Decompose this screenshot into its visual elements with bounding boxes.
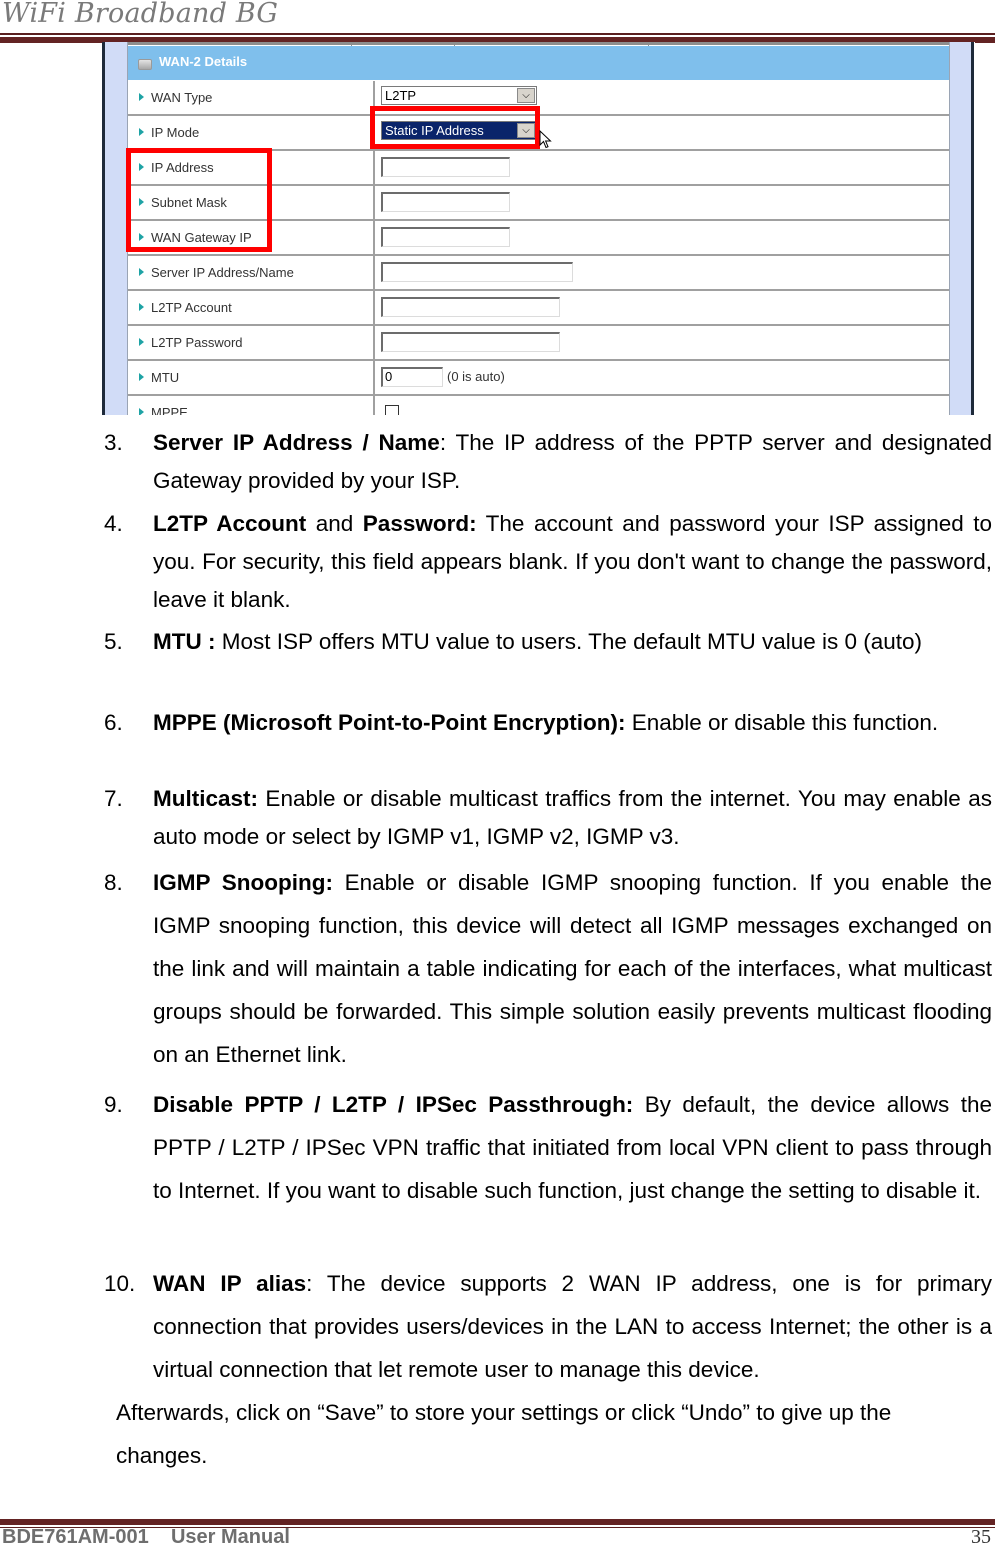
bullet-arrow-icon <box>139 303 144 311</box>
list-item-10: 10. WAN IP alias: The device supports 2 … <box>104 1271 992 1382</box>
side-panel-left <box>105 42 128 415</box>
form-row-mtu: MTU 0 (0 is auto) <box>128 361 949 396</box>
document-header-title: WiFi Broadband BG <box>2 0 279 29</box>
item-term: Password: <box>362 511 477 536</box>
form-row-mppe: MPPE <box>128 396 949 415</box>
item-term: MPPE (Microsoft Point-to-Point Encryptio… <box>153 710 626 735</box>
field-label: L2TP Account <box>151 300 232 315</box>
list-item-5: 5. MTU : Most ISP offers MTU value to us… <box>104 629 923 654</box>
afterwards-paragraph: Afterwards, click on “Save” to store you… <box>116 1400 892 1468</box>
item-term: Multicast: <box>153 786 259 811</box>
mppe-checkbox[interactable] <box>385 405 399 415</box>
mtu-hint: (0 is auto) <box>447 369 505 384</box>
panel-header: WAN-2 Details <box>128 46 949 80</box>
bullet-arrow-icon <box>139 373 144 381</box>
mtu-input[interactable]: 0 <box>381 367 443 387</box>
form-row-l2tp-password: L2TP Password <box>128 326 949 361</box>
mouse-cursor-icon <box>539 130 552 149</box>
field-label: WAN Type <box>151 90 213 105</box>
bullet-arrow-icon <box>139 268 144 276</box>
side-panel-right <box>949 42 972 415</box>
field-label: MTU <box>151 370 180 385</box>
ip-address-input[interactable] <box>381 157 510 177</box>
item-term: IGMP Snooping: <box>153 870 333 895</box>
field-label: MPPE <box>151 405 188 415</box>
list-item-6: 6. MPPE (Microsoft Point-to-Point Encryp… <box>104 710 939 735</box>
field-label: Server IP Address/Name <box>151 265 294 280</box>
header-rule-thin <box>0 33 995 35</box>
list-item-8: 8. IGMP Snooping: Enable or disable IGMP… <box>104 870 993 1067</box>
wan2-details-screenshot: WAN-2 Details WAN Type L2TP ⌵ IP Mode St… <box>102 42 975 415</box>
list-item-4: 4. L2TP Account and Password: The accoun… <box>104 511 992 612</box>
list-item-7: 7. Multicast: Enable or disable multicas… <box>104 786 992 849</box>
list-item-3: 3. Server IP Address / Name: The IP addr… <box>104 430 992 493</box>
list-item-9: 9. Disable PPTP / L2TP / IPSec Passthrou… <box>104 1092 992 1203</box>
server-ip-input[interactable] <box>381 262 573 282</box>
bullet-arrow-icon <box>139 128 144 136</box>
panel-title: WAN-2 Details <box>159 54 248 69</box>
item-term: L2TP Account <box>153 511 307 536</box>
field-label: L2TP Password <box>151 335 243 350</box>
field-label: IP Mode <box>151 125 200 140</box>
table-top-border <box>128 42 949 45</box>
frame-border-right <box>971 42 974 415</box>
l2tp-password-input[interactable] <box>381 332 560 352</box>
item-term: Disable PPTP / L2TP / IPSec Passthrough: <box>153 1092 634 1117</box>
item-term: WAN IP alias <box>153 1271 307 1296</box>
chevron-down-icon[interactable]: ⌵ <box>517 88 535 103</box>
panel-icon <box>138 59 152 70</box>
wan-gateway-ip-input[interactable] <box>381 227 510 247</box>
bullet-arrow-icon <box>139 338 144 346</box>
item-term: MTU : <box>153 629 216 654</box>
item-term: Server IP Address / Name <box>153 430 440 455</box>
l2tp-account-input[interactable] <box>381 297 560 317</box>
footer-doc-id: BDE761AM-001 User Manual <box>2 1526 290 1548</box>
highlight-box-ip-mode <box>370 106 540 149</box>
form-row-server-ip: Server IP Address/Name <box>128 256 949 291</box>
subnet-mask-input[interactable] <box>381 192 510 212</box>
bullet-arrow-icon <box>139 408 144 415</box>
form-row-l2tp-account: L2TP Account <box>128 291 949 326</box>
wan-type-select[interactable]: L2TP ⌵ <box>381 86 537 105</box>
highlight-box-static-fields <box>126 148 272 252</box>
page-number: 35 <box>971 1526 991 1548</box>
footer-rule-thick <box>0 1519 995 1525</box>
bullet-arrow-icon <box>139 93 144 101</box>
